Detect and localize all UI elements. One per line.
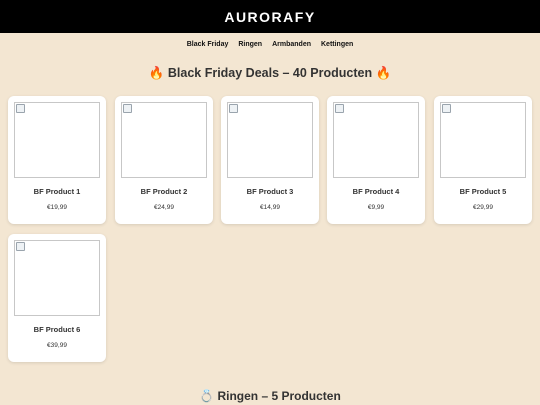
product-image[interactable] — [333, 102, 419, 178]
product-name[interactable]: BF Product 3 — [221, 187, 319, 196]
section-title-ringen: 💍 Ringen – 5 Producten — [199, 389, 341, 403]
product-price: €29,99 — [473, 204, 493, 211]
brand-logo[interactable]: AURORAFY — [224, 9, 315, 25]
broken-image-icon — [442, 104, 451, 113]
product-price: €14,99 — [260, 204, 280, 211]
section-title-black-friday: 🔥 Black Friday Deals – 40 Producten 🔥 — [148, 66, 392, 80]
product-price: €19,99 — [47, 204, 67, 211]
nav-item-kettingen[interactable]: Kettingen — [321, 41, 353, 48]
product-card[interactable]: BF Product 5 €29,99 — [434, 96, 532, 224]
top-header-bar: AURORAFY — [0, 0, 540, 33]
broken-image-icon — [229, 104, 238, 113]
nav-item-ringen[interactable]: Ringen — [238, 41, 262, 48]
broken-image-icon — [123, 104, 132, 113]
product-card[interactable]: BF Product 1 €19,99 — [8, 96, 106, 224]
product-price: €9,99 — [367, 204, 385, 211]
broken-image-icon — [335, 104, 344, 113]
nav-item-armbanden[interactable]: Armbanden — [272, 41, 311, 48]
product-price: €24,99 — [154, 204, 174, 211]
broken-image-icon — [16, 104, 25, 113]
product-card[interactable]: BF Product 3 €14,99 — [221, 96, 319, 224]
product-image[interactable] — [227, 102, 313, 178]
product-image[interactable] — [121, 102, 207, 178]
product-name[interactable]: BF Product 1 — [8, 187, 106, 196]
product-card[interactable]: BF Product 6 €39,99 — [8, 234, 106, 362]
nav-item-black-friday[interactable]: Black Friday — [187, 41, 229, 48]
product-image[interactable] — [14, 102, 100, 178]
product-card[interactable]: BF Product 4 €9,99 — [327, 96, 425, 224]
product-name[interactable]: BF Product 4 — [327, 187, 425, 196]
product-price: €39,99 — [47, 342, 67, 349]
product-name[interactable]: BF Product 2 — [115, 187, 213, 196]
product-name[interactable]: BF Product 6 — [8, 325, 106, 334]
broken-image-icon — [16, 242, 25, 251]
product-card[interactable]: BF Product 2 €24,99 — [115, 96, 213, 224]
main-nav: Black Friday Ringen Armbanden Kettingen — [0, 33, 540, 55]
product-image[interactable] — [440, 102, 526, 178]
product-name[interactable]: BF Product 5 — [434, 187, 532, 196]
product-image[interactable] — [14, 240, 100, 316]
